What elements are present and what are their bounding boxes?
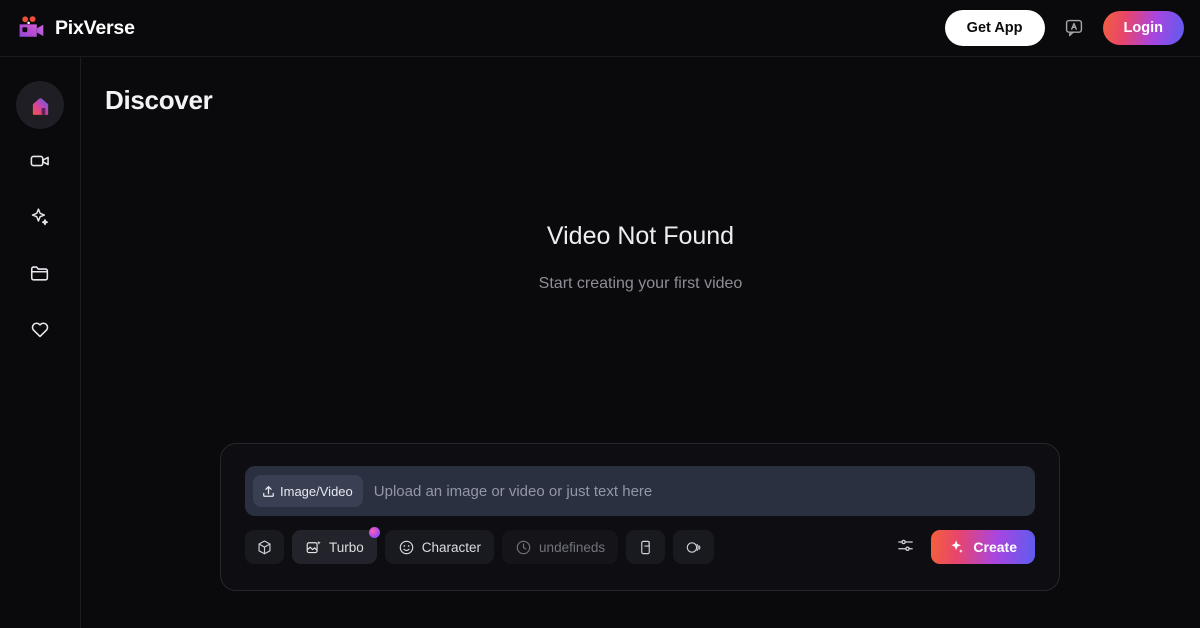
character-label: Character [421, 539, 482, 555]
get-app-button[interactable]: Get App [944, 10, 1045, 46]
toolbar-right-actions: Create [893, 530, 1035, 564]
smiley-icon [398, 539, 415, 556]
main-content: Discover Video Not Found Start creating … [81, 57, 1200, 628]
clock-icon [515, 539, 532, 556]
turbo-mode-button[interactable]: Turbo [292, 527, 380, 564]
character-button[interactable]: Character [384, 530, 495, 564]
empty-state-title: Video Not Found [546, 222, 735, 250]
sparkle-icon [29, 206, 51, 228]
sidebar-item-favorites[interactable] [16, 305, 64, 353]
create-button[interactable]: Create [931, 530, 1035, 564]
sidebar-item-video[interactable] [16, 137, 64, 185]
advanced-settings-button[interactable] [893, 535, 917, 559]
sliders-icon [896, 536, 915, 558]
language-translate-icon[interactable] [1059, 13, 1089, 43]
image-sparkle-icon [305, 539, 322, 556]
video-camera-icon [29, 150, 51, 172]
prompt-panel: Image/Video Upload an image or video or … [220, 443, 1060, 591]
heart-icon [29, 318, 51, 340]
resolution-button[interactable] [673, 530, 715, 564]
upload-icon [261, 484, 276, 499]
top-header: PixVerse Get App Login [0, 0, 1200, 57]
aspect-ratio-icon [637, 539, 654, 556]
brand-name: PixVerse [55, 16, 135, 39]
left-sidebar [0, 57, 81, 628]
brand-logo-link[interactable]: PixVerse [16, 13, 135, 43]
header-actions: Get App Login [944, 10, 1184, 46]
aspect-ratio-button[interactable] [626, 530, 666, 564]
turbo-badge-dot [368, 527, 380, 538]
resolution-icon [684, 539, 703, 556]
turbo-label: Turbo [329, 539, 364, 555]
app-root: PixVerse Get App Login Discover Video No… [0, 0, 1200, 628]
login-button[interactable]: Login [1102, 11, 1184, 45]
duration-button[interactable]: undefineds [502, 530, 619, 564]
model-selector-button[interactable] [245, 530, 284, 564]
cube-icon [256, 539, 273, 556]
prompt-input-row[interactable]: Image/Video Upload an image or video or … [245, 466, 1035, 516]
upload-chip-label: Image/Video [280, 483, 353, 499]
sidebar-item-home[interactable] [16, 81, 64, 129]
sidebar-item-assets[interactable] [16, 249, 64, 297]
create-label: Create [973, 539, 1017, 555]
empty-state: Video Not Found Start creating your firs… [81, 222, 1200, 293]
video-camera-logo-icon [16, 13, 46, 43]
upload-image-video-button[interactable]: Image/Video [253, 475, 363, 507]
page-title: Discover [105, 85, 213, 115]
sparkle-icon [949, 539, 965, 555]
empty-state-subtitle: Start creating your first video [538, 275, 743, 292]
duration-label: undefineds [539, 539, 606, 555]
home-icon [30, 95, 51, 116]
prompt-toolbar: Turbo Character undefineds Create [245, 527, 1035, 564]
folder-icon [29, 262, 51, 284]
sidebar-item-effects[interactable] [16, 193, 64, 241]
prompt-input-placeholder: Upload an image or video or just text he… [373, 482, 653, 500]
